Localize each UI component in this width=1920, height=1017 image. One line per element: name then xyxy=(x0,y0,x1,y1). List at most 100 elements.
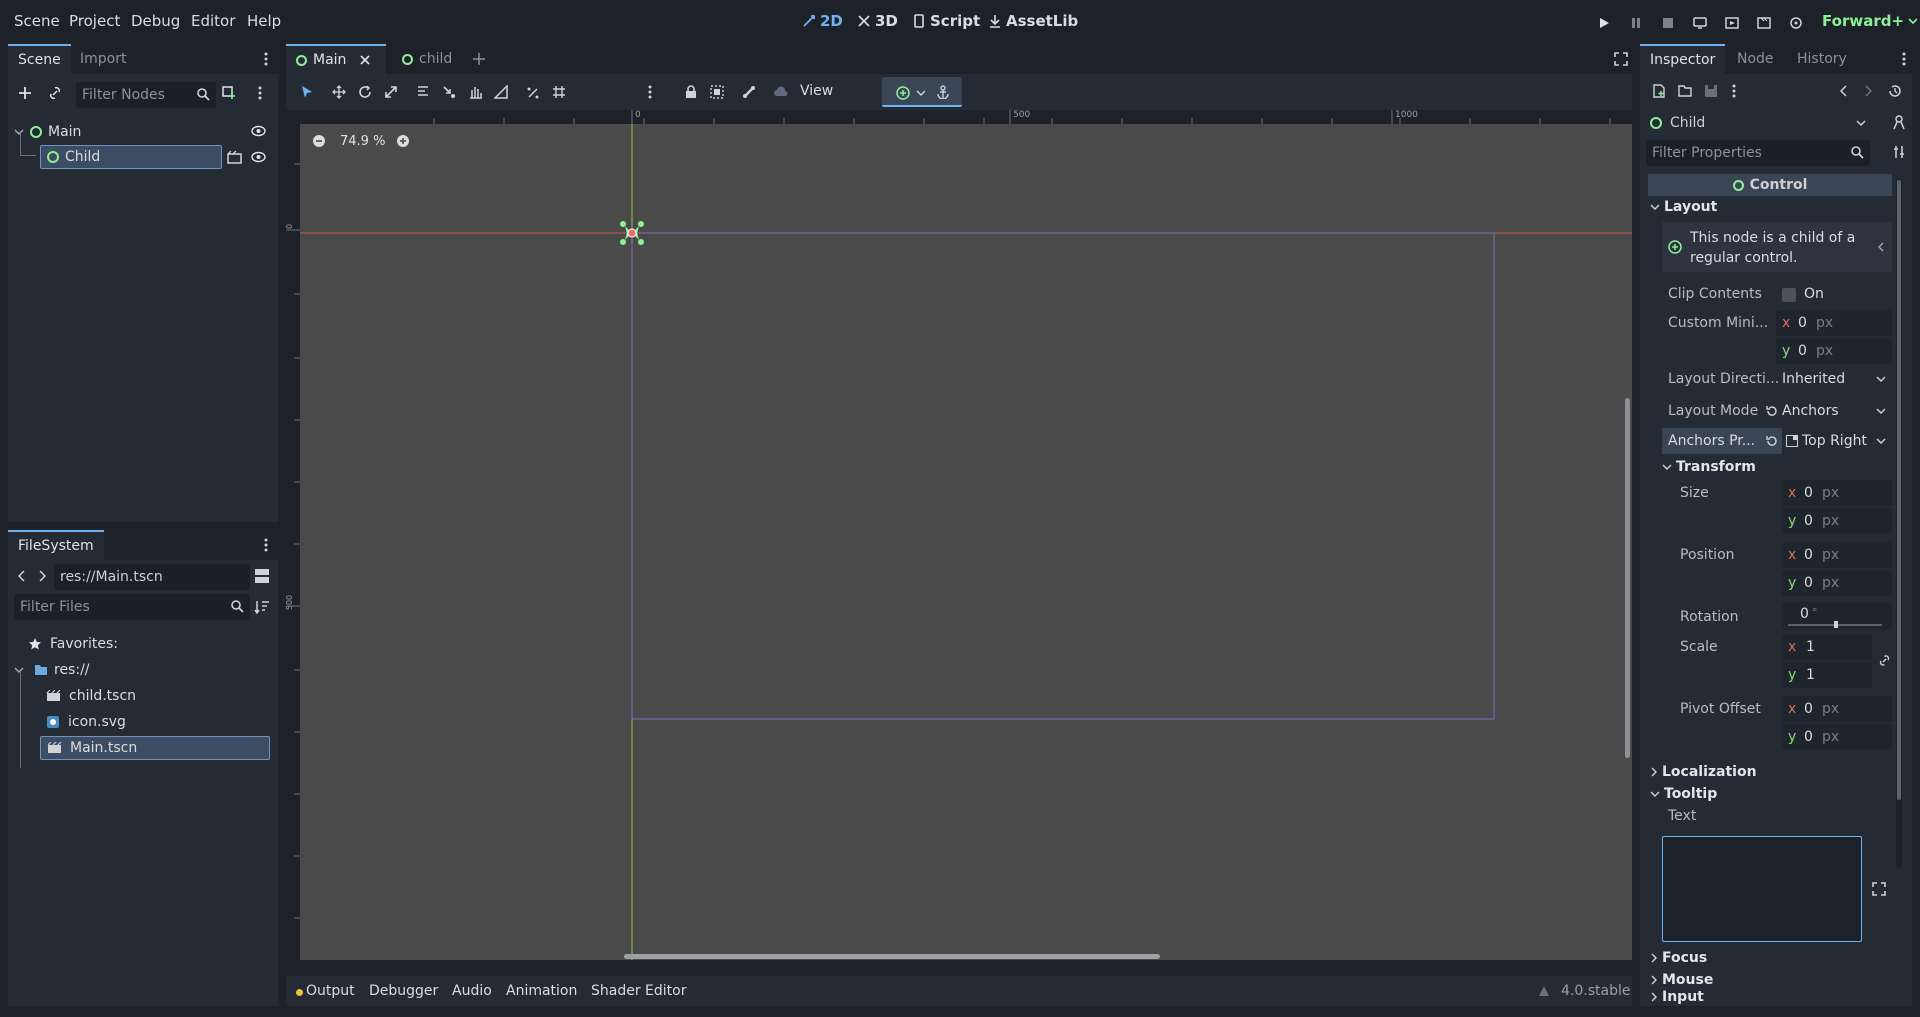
remote-debug-icon[interactable] xyxy=(1689,12,1711,34)
back-arrow-icon[interactable] xyxy=(18,570,26,582)
section-mouse[interactable]: Mouse xyxy=(1650,972,1713,988)
move-mode-icon[interactable] xyxy=(328,81,350,103)
tab-history[interactable]: History xyxy=(1787,44,1857,74)
rotate-mode-icon[interactable] xyxy=(354,81,376,103)
path-field[interactable]: res://Main.tscn xyxy=(54,564,250,590)
workspace-script-button[interactable]: Script xyxy=(912,12,980,30)
layout-direction-select[interactable]: Inherited xyxy=(1782,366,1892,392)
chevron-down-icon[interactable] xyxy=(916,89,926,97)
expand-editor-icon[interactable] xyxy=(1872,882,1886,896)
new-resource-icon[interactable] xyxy=(1652,84,1666,98)
output-tab[interactable]: Output xyxy=(306,983,355,999)
section-tooltip[interactable]: Tooltip xyxy=(1650,786,1717,802)
section-layout[interactable]: Layout xyxy=(1650,199,1717,215)
collapse-arrow-icon[interactable] xyxy=(14,127,28,137)
dock-menu-icon[interactable] xyxy=(264,538,268,552)
tab-scene[interactable]: Scene xyxy=(8,44,71,74)
play-custom-scene-icon[interactable] xyxy=(1753,12,1775,34)
filter-files-input[interactable]: Filter Files xyxy=(14,594,250,620)
visibility-eye-icon[interactable] xyxy=(251,125,266,137)
pause-icon[interactable] xyxy=(1625,12,1647,34)
menu-project[interactable]: Project xyxy=(69,12,120,30)
history-forward-icon[interactable] xyxy=(1864,85,1872,97)
menu-editor[interactable]: Editor xyxy=(191,12,235,30)
tab-main-scene[interactable]: Main xyxy=(286,44,386,74)
save-resource-icon[interactable] xyxy=(1704,84,1718,98)
add-tab-icon[interactable] xyxy=(472,52,486,66)
snap-options-menu-icon[interactable] xyxy=(648,85,652,99)
layout-mode-select[interactable]: Anchors xyxy=(1782,398,1892,424)
workspace-3d-button[interactable]: 3D xyxy=(857,12,898,30)
tooltip-text-area[interactable] xyxy=(1662,836,1862,942)
zoom-level[interactable]: 74.9 % xyxy=(340,134,385,149)
file-row-main-tscn[interactable]: Main.tscn xyxy=(40,736,270,760)
chevron-left-icon[interactable] xyxy=(1878,242,1884,252)
filter-nodes-input[interactable]: Filter Nodes xyxy=(76,82,216,108)
collapse-arrow-icon[interactable] xyxy=(14,665,28,675)
animation-tab[interactable]: Animation xyxy=(506,983,577,999)
sort-icon[interactable] xyxy=(254,599,270,615)
section-localization[interactable]: Localization xyxy=(1650,764,1757,780)
tree-node-child[interactable]: Child xyxy=(40,145,222,169)
section-input[interactable]: Input xyxy=(1650,988,1704,1006)
horizontal-scrollbar[interactable] xyxy=(624,954,1160,959)
renderer-selector[interactable]: Forward+ xyxy=(1822,12,1918,30)
custom-min-y-field[interactable] xyxy=(1776,338,1892,364)
debugger-tab[interactable]: Debugger xyxy=(369,983,438,999)
play-icon[interactable] xyxy=(1593,12,1615,34)
section-focus[interactable]: Focus xyxy=(1650,950,1707,966)
scale-mode-icon[interactable] xyxy=(380,81,402,103)
tab-child-scene[interactable]: child xyxy=(392,44,462,74)
scene-menu-icon[interactable] xyxy=(258,86,262,100)
ruler-mode-icon[interactable] xyxy=(490,81,512,103)
lock-icon[interactable] xyxy=(680,81,702,103)
inspector-scrollbar[interactable] xyxy=(1897,180,1901,800)
tab-node[interactable]: Node xyxy=(1727,44,1784,74)
movie-maker-icon[interactable] xyxy=(1785,12,1807,34)
property-options-icon[interactable] xyxy=(1892,145,1906,159)
menu-debug[interactable]: Debug xyxy=(131,12,180,30)
file-row-icon-svg[interactable]: icon.svg xyxy=(40,710,126,734)
visibility-eye-icon[interactable] xyxy=(251,151,266,163)
revert-icon[interactable] xyxy=(1766,435,1778,447)
zoom-in-icon[interactable] xyxy=(396,134,410,148)
section-transform[interactable]: Transform xyxy=(1662,459,1756,475)
open-resource-icon[interactable] xyxy=(1678,84,1692,98)
tab-filesystem[interactable]: FileSystem xyxy=(8,530,104,560)
filter-properties-input[interactable]: Filter Properties xyxy=(1646,140,1870,166)
tab-import[interactable]: Import xyxy=(70,44,136,74)
menu-help[interactable]: Help xyxy=(247,12,281,30)
link-icon[interactable] xyxy=(1878,654,1891,667)
stop-icon[interactable] xyxy=(1657,12,1679,34)
rotation-slider-grabber[interactable] xyxy=(1834,621,1838,628)
close-icon[interactable] xyxy=(360,55,370,65)
grid-snap-icon[interactable] xyxy=(548,81,570,103)
zoom-out-icon[interactable] xyxy=(312,134,326,148)
object-selector[interactable]: Child xyxy=(1646,110,1870,136)
anchors-preset-select[interactable]: Top Right xyxy=(1782,428,1892,454)
presets-icon[interactable] xyxy=(896,86,910,100)
add-node-icon[interactable] xyxy=(14,82,36,104)
custom-min-x-field[interactable] xyxy=(1776,310,1892,336)
tab-inspector[interactable]: Inspector xyxy=(1640,44,1726,74)
clip-contents-checkbox[interactable] xyxy=(1782,288,1796,302)
tree-node-main[interactable]: Main xyxy=(14,120,272,144)
pivot-mode-icon[interactable] xyxy=(438,81,460,103)
link-icon[interactable] xyxy=(44,82,66,104)
distraction-free-icon[interactable] xyxy=(1614,52,1628,66)
group-icon[interactable] xyxy=(706,81,728,103)
view-menu[interactable]: View xyxy=(800,83,833,99)
play-scene-icon[interactable] xyxy=(1721,12,1743,34)
instance-scene-icon[interactable] xyxy=(218,82,240,104)
tool-options-icon[interactable] xyxy=(1892,114,1906,130)
forward-arrow-icon[interactable] xyxy=(38,570,46,582)
open-scene-icon[interactable] xyxy=(227,151,242,164)
object-history-icon[interactable] xyxy=(1888,84,1902,98)
smart-snap-icon[interactable] xyxy=(522,81,544,103)
file-row-child-tscn[interactable]: child.tscn xyxy=(40,684,136,708)
audio-tab[interactable]: Audio xyxy=(452,983,492,999)
workspace-2d-button[interactable]: 2D xyxy=(802,12,843,30)
pan-mode-icon[interactable] xyxy=(464,81,486,103)
canvas-viewport[interactable]: 74.9 % xyxy=(300,124,1632,960)
shader-editor-tab[interactable]: Shader Editor xyxy=(591,983,686,999)
